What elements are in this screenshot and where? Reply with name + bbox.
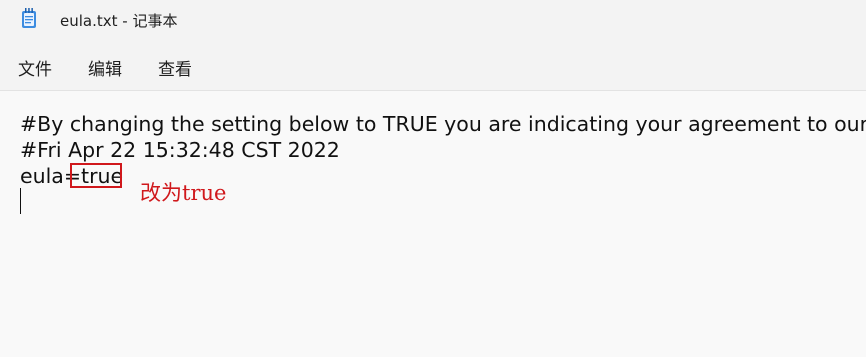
- menu-edit[interactable]: 编辑: [88, 55, 122, 80]
- notepad-window: eula.txt - 记事本 文件 编辑 查看 #By changing the…: [0, 0, 866, 357]
- menu-file[interactable]: 文件: [18, 55, 52, 80]
- menu-view[interactable]: 查看: [158, 55, 192, 80]
- notepad-icon: [21, 8, 37, 29]
- background-window-edge: [210, 0, 430, 2]
- title-bar[interactable]: eula.txt - 记事本: [0, 0, 866, 40]
- window-title: eula.txt - 记事本: [60, 12, 178, 30]
- value-highlight-box: [70, 163, 122, 188]
- text-editor-area[interactable]: #By changing the setting below to TRUE y…: [0, 91, 866, 357]
- menu-bar: 文件 编辑 查看: [0, 40, 866, 91]
- text-line-1: #By changing the setting below to TRUE y…: [20, 112, 866, 136]
- text-caret: [20, 188, 21, 214]
- text-line-2: #Fri Apr 22 15:32:48 CST 2022: [20, 138, 340, 162]
- annotation-note: 改为true: [140, 181, 227, 205]
